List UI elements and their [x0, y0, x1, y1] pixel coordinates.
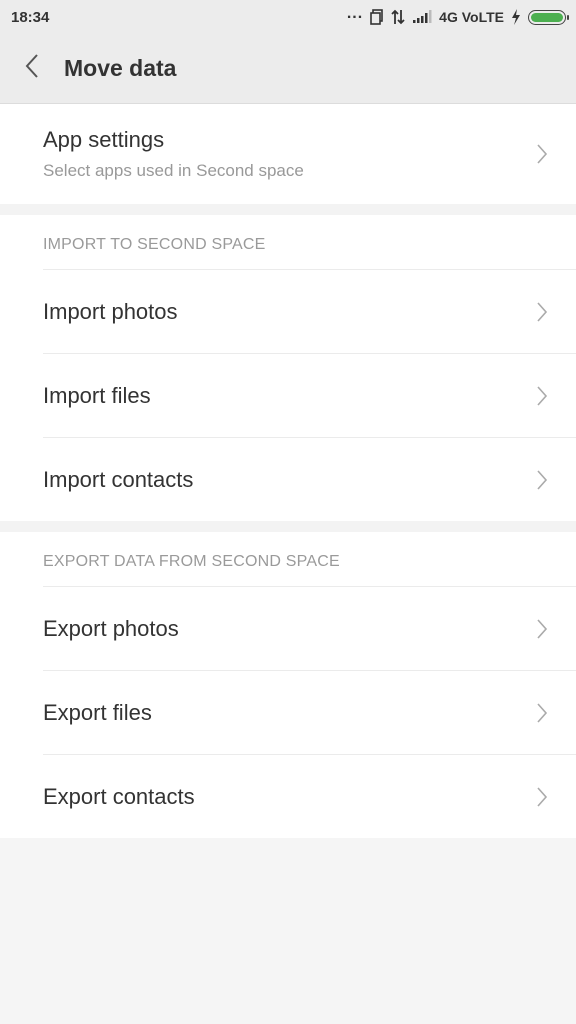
- section-divider: [0, 521, 576, 532]
- battery-fill: [531, 12, 563, 22]
- import-photos-item[interactable]: Import photos: [43, 269, 576, 353]
- back-button[interactable]: [0, 34, 64, 104]
- export-section: EXPORT DATA FROM SECOND SPACE Export pho…: [0, 532, 576, 838]
- export-photos-label: Export photos: [43, 615, 179, 641]
- export-photos-item[interactable]: Export photos: [43, 586, 576, 670]
- chevron-right-icon: [536, 702, 548, 724]
- import-contacts-item[interactable]: Import contacts: [43, 437, 576, 521]
- import-section-header: IMPORT TO SECOND SPACE: [43, 236, 266, 253]
- battery-icon: [528, 9, 569, 25]
- more-dots: ...: [346, 5, 364, 22]
- chevron-right-icon: [536, 618, 548, 640]
- status-time: 18:34: [11, 8, 50, 26]
- section-divider: [0, 204, 576, 215]
- import-contacts-label: Import contacts: [43, 466, 194, 492]
- import-section: IMPORT TO SECOND SPACE Import photos Imp…: [0, 215, 576, 521]
- chevron-right-icon: [536, 301, 548, 323]
- app-settings-item[interactable]: App settings Select apps used in Second …: [0, 104, 576, 204]
- sim-icon: [370, 9, 384, 25]
- export-section-header: EXPORT DATA FROM SECOND SPACE: [43, 553, 340, 570]
- page-title: Move data: [64, 55, 177, 81]
- chevron-right-icon: [536, 143, 548, 165]
- charging-icon: [511, 9, 521, 25]
- app-settings-title: App settings: [43, 127, 165, 152]
- export-contacts-item[interactable]: Export contacts: [43, 754, 576, 838]
- app-settings-subtitle: Select apps used in Second space: [43, 161, 304, 180]
- network-label: 4G VoLTE: [439, 9, 504, 25]
- chevron-right-icon: [536, 385, 548, 407]
- data-arrows-icon: [391, 9, 405, 25]
- import-files-item[interactable]: Import files: [43, 353, 576, 437]
- chevron-right-icon: [536, 786, 548, 808]
- chevron-right-icon: [536, 469, 548, 491]
- export-contacts-label: Export contacts: [43, 783, 195, 809]
- export-files-label: Export files: [43, 699, 152, 725]
- status-icons: ... 4G VoLTE: [347, 5, 569, 25]
- export-files-item[interactable]: Export files: [43, 670, 576, 754]
- import-files-label: Import files: [43, 382, 151, 408]
- import-photos-label: Import photos: [43, 298, 178, 324]
- app-bar: Move data: [0, 34, 576, 104]
- app-settings-card: App settings Select apps used in Second …: [0, 104, 576, 204]
- status-bar: 18:34 ... 4G VoLTE: [0, 0, 576, 34]
- back-arrow-icon: [24, 53, 40, 84]
- signal-icon: [412, 10, 432, 24]
